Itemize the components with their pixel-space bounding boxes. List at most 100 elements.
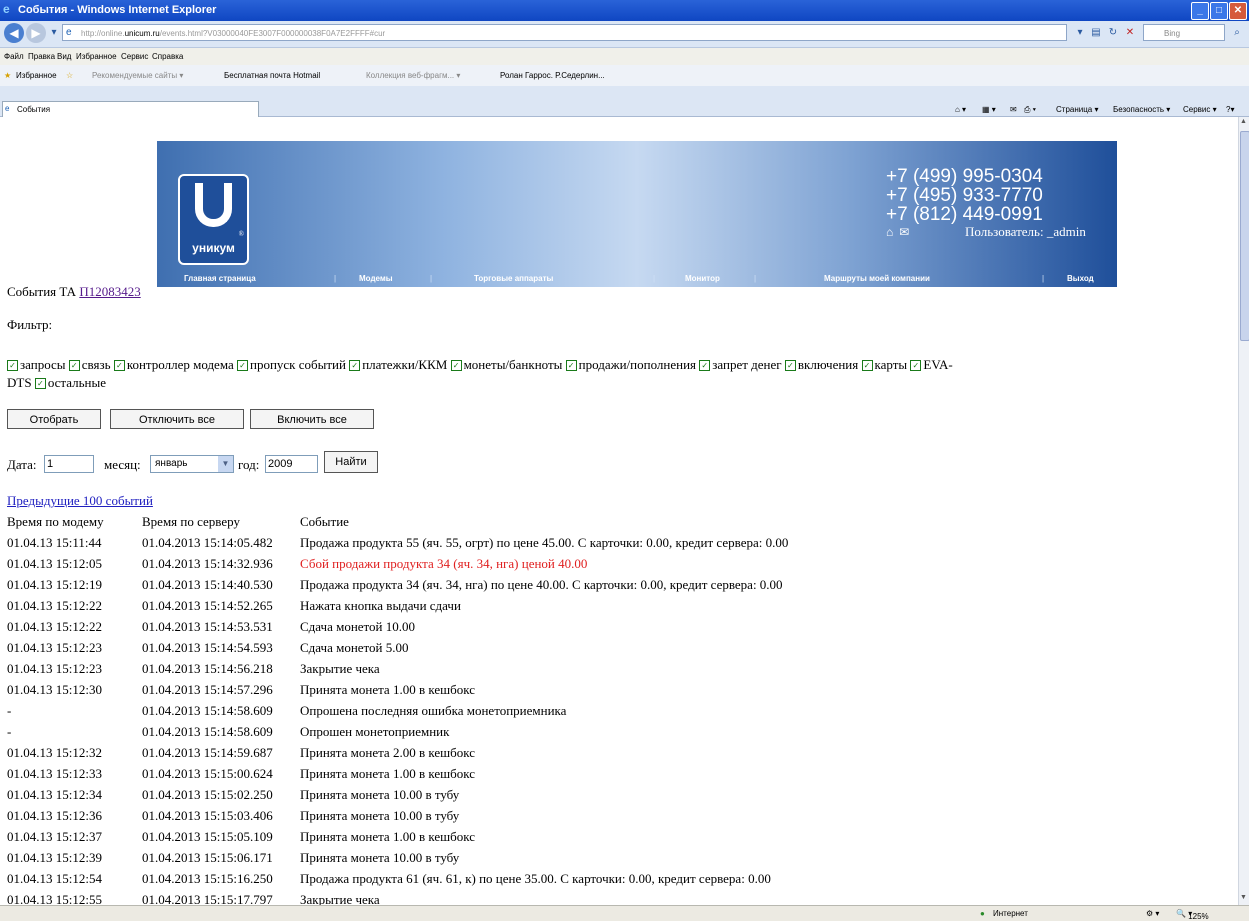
page-menu[interactable]: Страница ▾ <box>1056 105 1099 114</box>
help-icon[interactable]: ?▾ <box>1226 105 1234 114</box>
find-button[interactable]: Найти <box>324 451 378 473</box>
scroll-down-icon[interactable]: ▼ <box>1240 893 1247 901</box>
vertical-scrollbar[interactable]: ▲ ▼ <box>1238 117 1249 905</box>
filter-row-2: DTS ✓ остальные <box>7 375 107 390</box>
cell-event: Сдача монетой 5.00 <box>300 640 409 655</box>
history-dropdown-icon[interactable]: ▾ <box>47 26 61 40</box>
filter-cards[interactable]: ✓ карты <box>861 357 907 372</box>
url-dropdown-icon[interactable]: ▾ <box>1073 26 1087 40</box>
print-icon[interactable]: ⎙ ▾ <box>1024 105 1036 115</box>
cell-server-time: 01.04.2013 15:14:53.531 <box>142 619 273 634</box>
cell-event: Продажа продукта 34 (яч. 34, нга) по цен… <box>300 577 783 592</box>
menu-tools[interactable]: Сервис <box>121 52 148 61</box>
cell-event: Принята монета 1.00 в кешбокс <box>300 682 475 697</box>
phone-number: +7 (495) 933-7770 <box>886 185 1043 206</box>
cell-event: Принята монета 10.00 в тубу <box>300 850 460 865</box>
feeds-icon[interactable]: ▦ ▾ <box>982 105 996 114</box>
menu-help[interactable]: Справка <box>152 52 183 61</box>
filter-power-on[interactable]: ✓ включения <box>784 357 858 372</box>
cell-modem-time: 01.04.13 15:12:34 <box>7 787 102 802</box>
machine-link[interactable]: П12083423 <box>79 284 140 299</box>
nav-logout[interactable]: Выход <box>1067 274 1094 283</box>
menu-edit[interactable]: Правка <box>28 52 55 61</box>
search-input[interactable]: Bing <box>1143 24 1225 41</box>
filter-coins-banknotes[interactable]: ✓ монеты/банкноты <box>450 357 562 372</box>
year-input[interactable]: 2009 <box>265 455 318 473</box>
protected-mode-icon[interactable]: ⚙ ▾ <box>1146 909 1159 918</box>
nav-monitor[interactable]: Монитор <box>685 274 720 283</box>
close-button[interactable]: ✕ <box>1229 2 1247 20</box>
nav-company-routes[interactable]: Маршруты моей компании <box>824 274 930 283</box>
home-icon[interactable]: ⌂ ▾ <box>955 105 966 114</box>
filter-payments-kkm[interactable]: ✓ платежки/ККМ <box>349 357 447 372</box>
nav-home[interactable]: Главная страница <box>184 274 256 283</box>
filter-money-ban[interactable]: ✓ запрет денег <box>699 357 782 372</box>
disable-all-button[interactable]: Отключить все <box>110 409 244 429</box>
user-info: Пользователь: _admin <box>965 224 1086 239</box>
tab-favicon-icon: e <box>5 104 10 113</box>
filter-sales-topups[interactable]: ✓ продажи/пополнения <box>565 357 696 372</box>
cell-modem-time: - <box>7 703 12 718</box>
back-button[interactable]: ◀ <box>4 23 24 43</box>
home-icon[interactable]: ⌂ <box>886 225 893 239</box>
window-titlebar: e События - Windows Internet Explorer _ … <box>0 0 1249 21</box>
cell-event: Принята монета 1.00 в кешбокс <box>300 829 475 844</box>
prev-events-link[interactable]: Предыдущие 100 событий <box>7 493 153 509</box>
fav-suggested-sites[interactable]: Рекомендуемые сайты ▾ <box>92 71 183 80</box>
page-title: События ТА П12083423 <box>7 284 141 299</box>
fav-web-slices[interactable]: Коллекция веб-фрагм... ▾ <box>366 71 460 80</box>
cell-event: Продажа продукта 61 (яч. 61, к) по цене … <box>300 871 771 886</box>
enable-all-button[interactable]: Включить все <box>250 409 374 429</box>
cell-modem-time: 01.04.13 15:12:32 <box>7 745 102 760</box>
filter-requests[interactable]: ✓ запросы <box>7 357 66 372</box>
refresh-icon[interactable]: ↻ <box>1106 26 1120 40</box>
month-select[interactable]: январь ▼ <box>150 455 234 473</box>
menu-view[interactable]: Вид <box>57 52 71 61</box>
search-icon[interactable]: ⌕ <box>1230 26 1244 40</box>
mail-icon[interactable]: ✉ <box>1010 105 1017 114</box>
date-input[interactable]: 1 <box>44 455 94 473</box>
filter-eva-dts[interactable]: ✓ EVA- <box>910 357 953 372</box>
tab-events[interactable]: e События <box>2 101 259 117</box>
fav-roland-garros[interactable]: Ролан Гаррос. Р.Седерлин... <box>500 71 605 80</box>
menu-bar: Файл Правка Вид Избранное Сервис Справка <box>0 48 1249 65</box>
nav-modems[interactable]: Модемы <box>359 274 393 283</box>
fav-hotmail[interactable]: Бесплатная почта Hotmail <box>224 71 320 80</box>
url-input[interactable]: e http://online.unicum.ru/events.html?V03… <box>62 24 1067 41</box>
minimize-button[interactable]: _ <box>1191 2 1209 20</box>
chevron-down-icon[interactable]: ▼ <box>218 456 233 472</box>
cell-server-time: 01.04.2013 15:15:06.171 <box>142 850 273 865</box>
site-nav: Главная страница | Модемы | Торговые апп… <box>184 274 1094 283</box>
scrollbar-thumb[interactable] <box>1240 131 1249 341</box>
zoom-level[interactable]: 🔍 125% ▾ <box>1176 909 1209 921</box>
filter-other[interactable]: ✓ остальные <box>34 375 106 390</box>
cell-modem-time: 01.04.13 15:12:30 <box>7 682 102 697</box>
cell-modem-time: 01.04.13 15:12:22 <box>7 619 102 634</box>
stop-icon[interactable]: ✕ <box>1123 26 1137 40</box>
cell-modem-time: 01.04.13 15:11:44 <box>7 535 102 550</box>
cell-modem-time: - <box>7 724 12 739</box>
favorites-button[interactable]: Избранное <box>16 71 57 80</box>
cell-event: Сдача монетой 10.00 <box>300 619 416 634</box>
forward-button[interactable]: ▶ <box>26 23 46 43</box>
nav-vending-machines[interactable]: Торговые аппараты <box>474 274 553 283</box>
status-bar: ● Интернет ⚙ ▾ 🔍 125% ▾ <box>0 905 1249 921</box>
cell-event: Принята монета 2.00 в кешбокс <box>300 745 475 760</box>
tools-menu[interactable]: Сервис ▾ <box>1183 105 1217 114</box>
scroll-up-icon[interactable]: ▲ <box>1240 117 1247 125</box>
add-favorite-icon[interactable]: ☆ <box>66 71 73 80</box>
compatibility-icon[interactable]: ▤ <box>1089 26 1103 40</box>
cell-server-time: 01.04.2013 15:14:52.265 <box>142 598 273 613</box>
menu-file[interactable]: Файл <box>4 52 24 61</box>
menu-favorites[interactable]: Избранное <box>76 52 117 61</box>
filter-modem-controller[interactable]: ✓ контроллер модема <box>113 357 234 372</box>
cell-server-time: 01.04.2013 15:14:32.936 <box>142 556 273 571</box>
maximize-button[interactable]: □ <box>1210 2 1228 20</box>
unicum-logo[interactable]: ® уникум <box>178 174 249 265</box>
mail-icon[interactable]: ✉ <box>899 225 909 239</box>
filter-connection[interactable]: ✓ связь <box>68 357 111 372</box>
security-menu[interactable]: Безопасность ▾ <box>1113 105 1170 114</box>
filter-skipped-events[interactable]: ✓ пропуск событий <box>236 357 346 372</box>
cell-event: Нажата кнопка выдачи сдачи <box>300 598 461 613</box>
show-button[interactable]: Отобрать <box>7 409 101 429</box>
